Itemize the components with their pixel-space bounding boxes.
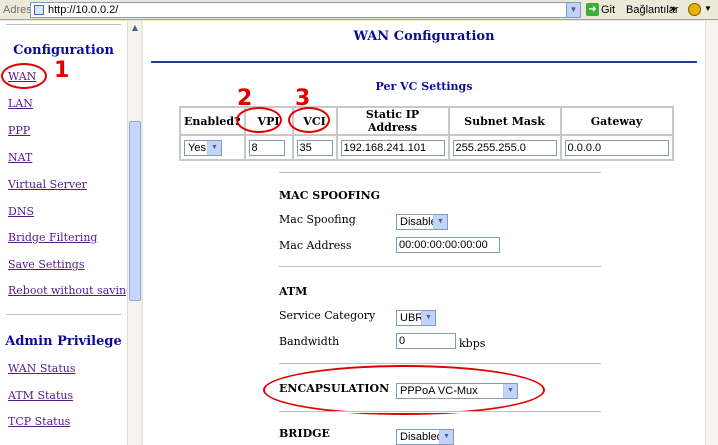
sidebar-link-bridge-filtering[interactable]: Bridge Filtering bbox=[8, 231, 97, 244]
cell-gateway: 0.0.0.0 bbox=[560, 135, 673, 160]
page-title: WAN Configuration bbox=[353, 29, 495, 44]
dropdown-arrow-icon: ▼ bbox=[433, 214, 447, 229]
address-input[interactable]: http://10.0.0.2/ ▼ bbox=[30, 2, 581, 18]
cell-enabled: Yes ▼ bbox=[180, 135, 245, 160]
sidebar-link-tcp-status[interactable]: TCP Status bbox=[8, 415, 70, 428]
sidebar-divider bbox=[6, 24, 121, 26]
section-divider bbox=[279, 411, 601, 413]
table-row: Yes ▼ 8 35 192.168.241.101 255.255.255.0… bbox=[180, 135, 673, 160]
header-static-ip: Static IP Address bbox=[336, 107, 449, 135]
admin-privilege-title: Admin Privilege bbox=[5, 334, 122, 349]
annotation-number-1: 1 bbox=[54, 58, 70, 83]
page-icon bbox=[34, 5, 44, 15]
vpi-input[interactable]: 8 bbox=[248, 139, 285, 156]
bridge-title: BRIDGE bbox=[279, 427, 330, 440]
subnet-mask-input[interactable]: 255.255.255.0 bbox=[452, 139, 557, 156]
enabled-select[interactable]: Yes ▼ bbox=[184, 139, 222, 156]
dropdown-arrow-icon: ▼ bbox=[207, 140, 221, 155]
dropdown-arrow-icon: ▼ bbox=[421, 310, 435, 325]
vci-input[interactable]: 35 bbox=[296, 139, 333, 156]
go-arrow-icon: ➜ bbox=[586, 3, 599, 16]
service-category-label: Service Category bbox=[279, 309, 376, 322]
annotation-circle-vci bbox=[288, 107, 330, 133]
address-bar: Adres http://10.0.0.2/ ▼ ➜ Git Bağlantıla… bbox=[0, 0, 718, 20]
bandwidth-input[interactable]: 0 bbox=[396, 333, 456, 349]
section-divider bbox=[279, 363, 601, 365]
atm-title: ATM bbox=[279, 285, 308, 298]
mac-address-label: Mac Address bbox=[279, 239, 352, 252]
sidebar-scroll-thumb[interactable] bbox=[129, 121, 141, 301]
sidebar-scrollbar[interactable]: ▲ bbox=[127, 21, 141, 445]
cell-static-ip: 192.168.241.101 bbox=[336, 135, 449, 160]
dropdown-arrow-icon[interactable]: ▼ bbox=[704, 4, 712, 13]
section-divider bbox=[279, 172, 601, 174]
static-ip-input[interactable]: 192.168.241.101 bbox=[340, 139, 445, 156]
mac-address-input[interactable]: 00:00:00:00:00:00 bbox=[396, 237, 500, 253]
sidebar-link-reboot[interactable]: Reboot without saving bbox=[8, 284, 133, 297]
mac-spoofing-select-value: Disable bbox=[400, 215, 437, 228]
mac-spoofing-label: Mac Spoofing bbox=[279, 213, 356, 226]
sidebar-frame: Configuration WAN LAN PPP NAT Virtual Se… bbox=[0, 21, 141, 445]
main-scrollbar[interactable] bbox=[705, 21, 718, 445]
sidebar-link-nat[interactable]: NAT bbox=[8, 151, 32, 164]
enabled-select-value: Yes bbox=[188, 141, 206, 154]
scroll-up-arrow-icon[interactable]: ▲ bbox=[128, 21, 142, 35]
service-category-select-value: UBR bbox=[400, 311, 424, 324]
bridge-select-value: Disabled bbox=[400, 430, 443, 443]
cell-vci: 35 bbox=[292, 135, 337, 160]
address-url: http://10.0.0.2/ bbox=[48, 4, 119, 16]
annotation-circle-vpi bbox=[236, 107, 282, 133]
mac-spoofing-title: MAC SPOOFING bbox=[279, 189, 381, 202]
go-label: Git bbox=[601, 3, 616, 16]
gateway-input[interactable]: 0.0.0.0 bbox=[564, 139, 669, 156]
sidebar-link-atm-status[interactable]: ATM Status bbox=[8, 389, 73, 402]
dropdown-arrow-icon[interactable]: ▼ bbox=[566, 3, 580, 17]
bandwidth-unit: kbps bbox=[459, 337, 486, 350]
sidebar-link-ppp[interactable]: PPP bbox=[8, 124, 30, 137]
service-category-select[interactable]: UBR ▼ bbox=[396, 309, 436, 326]
title-divider bbox=[151, 61, 697, 63]
dropdown-arrow-icon: ▼ bbox=[439, 429, 453, 444]
links-chevron[interactable]: » bbox=[670, 3, 676, 15]
section-divider bbox=[279, 266, 601, 268]
configuration-title: Configuration bbox=[13, 43, 114, 58]
annotation-circle-encapsulation bbox=[263, 365, 545, 415]
sidebar-link-dns[interactable]: DNS bbox=[8, 205, 34, 218]
annotation-circle-wan bbox=[1, 63, 47, 89]
sidebar-link-lan[interactable]: LAN bbox=[8, 97, 33, 110]
per-vc-title: Per VC Settings bbox=[375, 80, 473, 93]
cell-vpi: 8 bbox=[244, 135, 293, 160]
sidebar-divider bbox=[6, 314, 121, 316]
header-subnet-mask: Subnet Mask bbox=[448, 107, 561, 135]
bandwidth-label: Bandwidth bbox=[279, 335, 340, 348]
address-label: Adres bbox=[3, 4, 32, 16]
main-frame: WAN Configuration Per VC Settings Enable… bbox=[143, 21, 705, 445]
sidebar-link-save-settings[interactable]: Save Settings bbox=[8, 258, 85, 271]
mac-spoofing-select[interactable]: Disable ▼ bbox=[396, 213, 448, 230]
go-button[interactable]: ➜ Git bbox=[586, 3, 615, 17]
header-enabled: Enabled? bbox=[180, 107, 245, 135]
sidebar-link-virtual-server[interactable]: Virtual Server bbox=[8, 178, 87, 191]
sidebar-link-wan-status[interactable]: WAN Status bbox=[8, 362, 76, 375]
header-gateway: Gateway bbox=[560, 107, 673, 135]
norton-icon[interactable] bbox=[688, 3, 701, 16]
cell-subnet-mask: 255.255.255.0 bbox=[448, 135, 561, 160]
bridge-select[interactable]: Disabled ▼ bbox=[396, 428, 454, 445]
